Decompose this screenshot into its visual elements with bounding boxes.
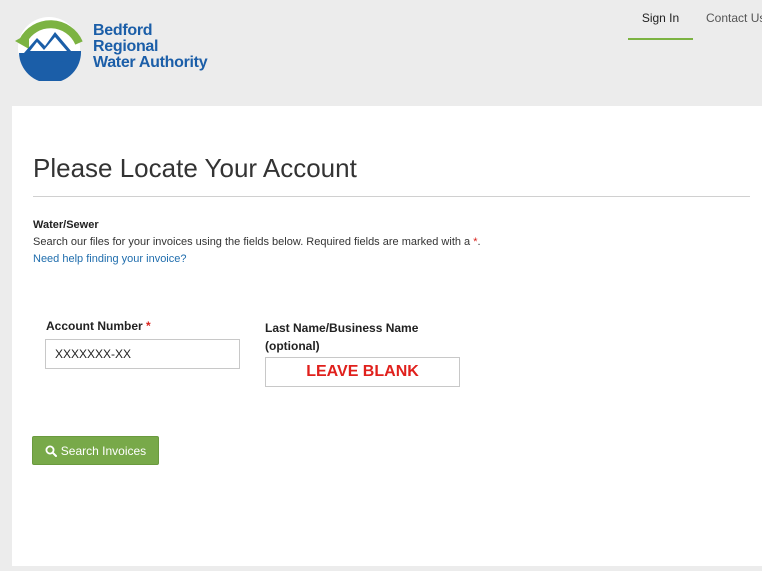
instructions-end: . — [477, 236, 481, 248]
nav-contact-us[interactable]: Contact Us — [706, 11, 762, 25]
search-invoices-label: Search Invoices — [60, 443, 147, 458]
title-divider — [33, 196, 750, 197]
help-finding-invoice-link[interactable]: Need help finding your invoice? — [33, 253, 187, 265]
page-title: Please Locate Your Account — [33, 153, 357, 183]
account-number-label: Account Number * — [46, 319, 151, 333]
instructions-body: Search our files for your invoices using… — [33, 236, 474, 248]
instructions-text: Search our files for your invoices using… — [33, 236, 481, 248]
nav-sign-in[interactable]: Sign In — [628, 0, 693, 40]
logo-line-1: Bedford — [93, 22, 153, 39]
last-name-label: Last Name/Business Name (optional) — [265, 319, 418, 355]
account-number-label-text: Account Number — [46, 319, 143, 333]
last-name-label-line2: (optional) — [265, 339, 320, 353]
account-required-marker: * — [146, 319, 151, 333]
last-name-label-line1: Last Name/Business Name — [265, 321, 419, 335]
logo-line-3: Water Authority — [93, 54, 208, 71]
page-gutter — [0, 106, 12, 571]
search-icon — [45, 445, 57, 457]
logo-icon[interactable] — [13, 13, 91, 81]
search-invoices-button[interactable]: Search Invoices — [32, 436, 159, 465]
section-label: Water/Sewer — [33, 219, 99, 231]
logo-line-2: Regional — [93, 38, 159, 55]
last-name-input[interactable] — [265, 357, 460, 387]
account-number-input[interactable] — [45, 339, 240, 369]
page-footer-strip — [0, 566, 762, 571]
logo-text[interactable]: Bedford Regional Water Authority — [93, 22, 208, 71]
